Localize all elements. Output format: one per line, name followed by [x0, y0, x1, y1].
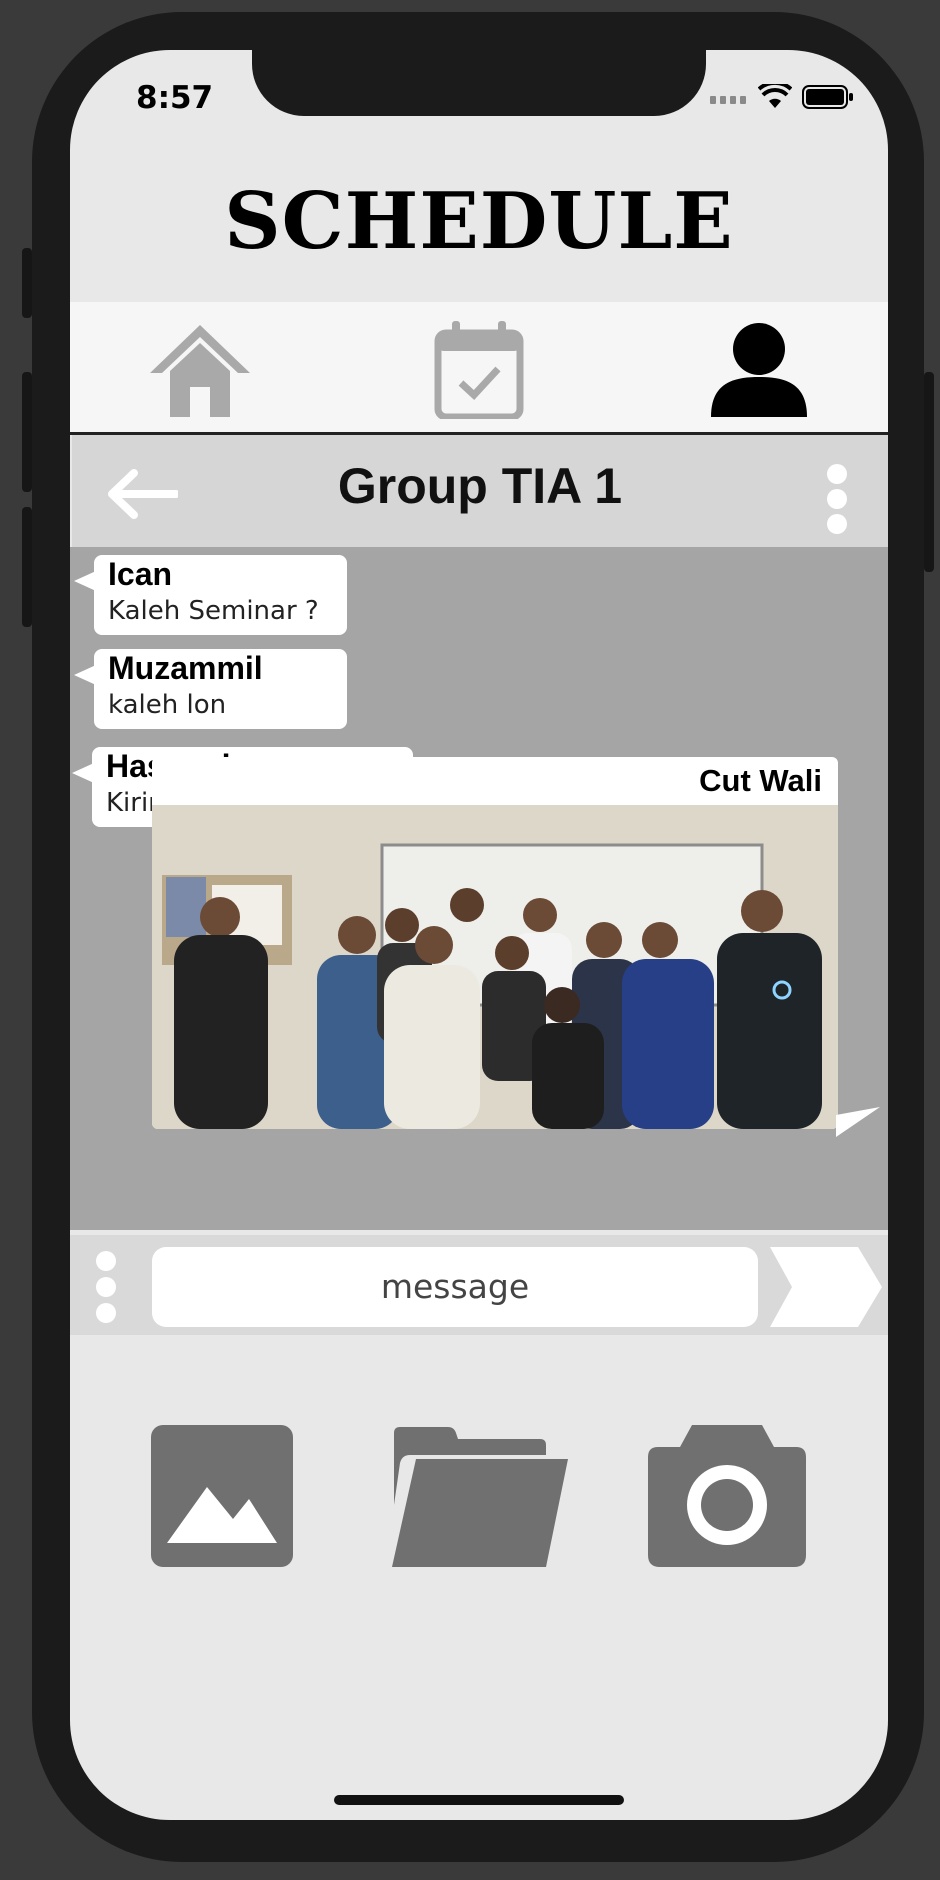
folder-icon[interactable] — [390, 1425, 570, 1567]
message-input[interactable]: message — [152, 1247, 758, 1327]
volume-down-button — [22, 507, 32, 627]
composer-bar: message — [70, 1235, 888, 1335]
photo-message[interactable]: Cut Wali — [152, 757, 838, 1129]
status-icons — [710, 84, 854, 110]
user-icon — [711, 323, 807, 417]
app-title: SCHEDULE — [224, 176, 734, 267]
home-indicator[interactable] — [334, 1795, 624, 1805]
power-button — [924, 372, 934, 572]
bubble-tail — [74, 571, 96, 591]
bubble-tail — [74, 665, 96, 685]
message-bubble: Muzammil kaleh lon — [94, 649, 347, 729]
nav-home[interactable] — [145, 320, 255, 420]
bottom-nav — [70, 302, 888, 435]
status-time: 8:57 — [136, 80, 214, 116]
bubble-tail — [72, 763, 94, 783]
send-icon[interactable] — [770, 1247, 882, 1327]
message-bubble: Ican Kaleh Seminar ? — [94, 555, 347, 635]
nav-calendar[interactable] — [424, 320, 534, 420]
message-sender: Muzammil — [108, 650, 263, 686]
message-text: kaleh lon — [108, 690, 227, 720]
group-photo-image — [152, 805, 838, 1129]
message-text: Kaleh Seminar ? — [108, 596, 319, 626]
mute-switch — [22, 248, 32, 318]
calendar-check-icon — [434, 321, 524, 419]
battery-icon — [802, 85, 853, 109]
attachment-options — [70, 1415, 888, 1567]
wifi-icon — [758, 84, 792, 108]
more-options-icon[interactable] — [824, 463, 850, 535]
composer-menu-icon[interactable] — [94, 1251, 118, 1323]
chat-messages[interactable]: Ican Kaleh Seminar ? Muzammil kaleh lon … — [70, 547, 888, 1230]
signal-icon — [710, 96, 746, 104]
group-photo[interactable] — [152, 805, 838, 1129]
photo-bubble-tail — [836, 1107, 880, 1137]
notch — [252, 50, 706, 116]
camera-icon[interactable] — [648, 1425, 806, 1567]
message-sender: Ican — [108, 556, 173, 592]
home-icon — [150, 325, 250, 417]
chat-header: Group TIA 1 — [72, 435, 888, 547]
group-name: Group TIA 1 — [337, 458, 623, 514]
image-icon[interactable] — [151, 1425, 293, 1567]
photo-sender: Cut Wali — [699, 763, 822, 798]
nav-profile[interactable] — [704, 320, 814, 420]
screen: 8:57 SCHEDULE Group TIA 1 Ican Kaleh Sem… — [70, 50, 888, 1820]
volume-up-button — [22, 372, 32, 492]
